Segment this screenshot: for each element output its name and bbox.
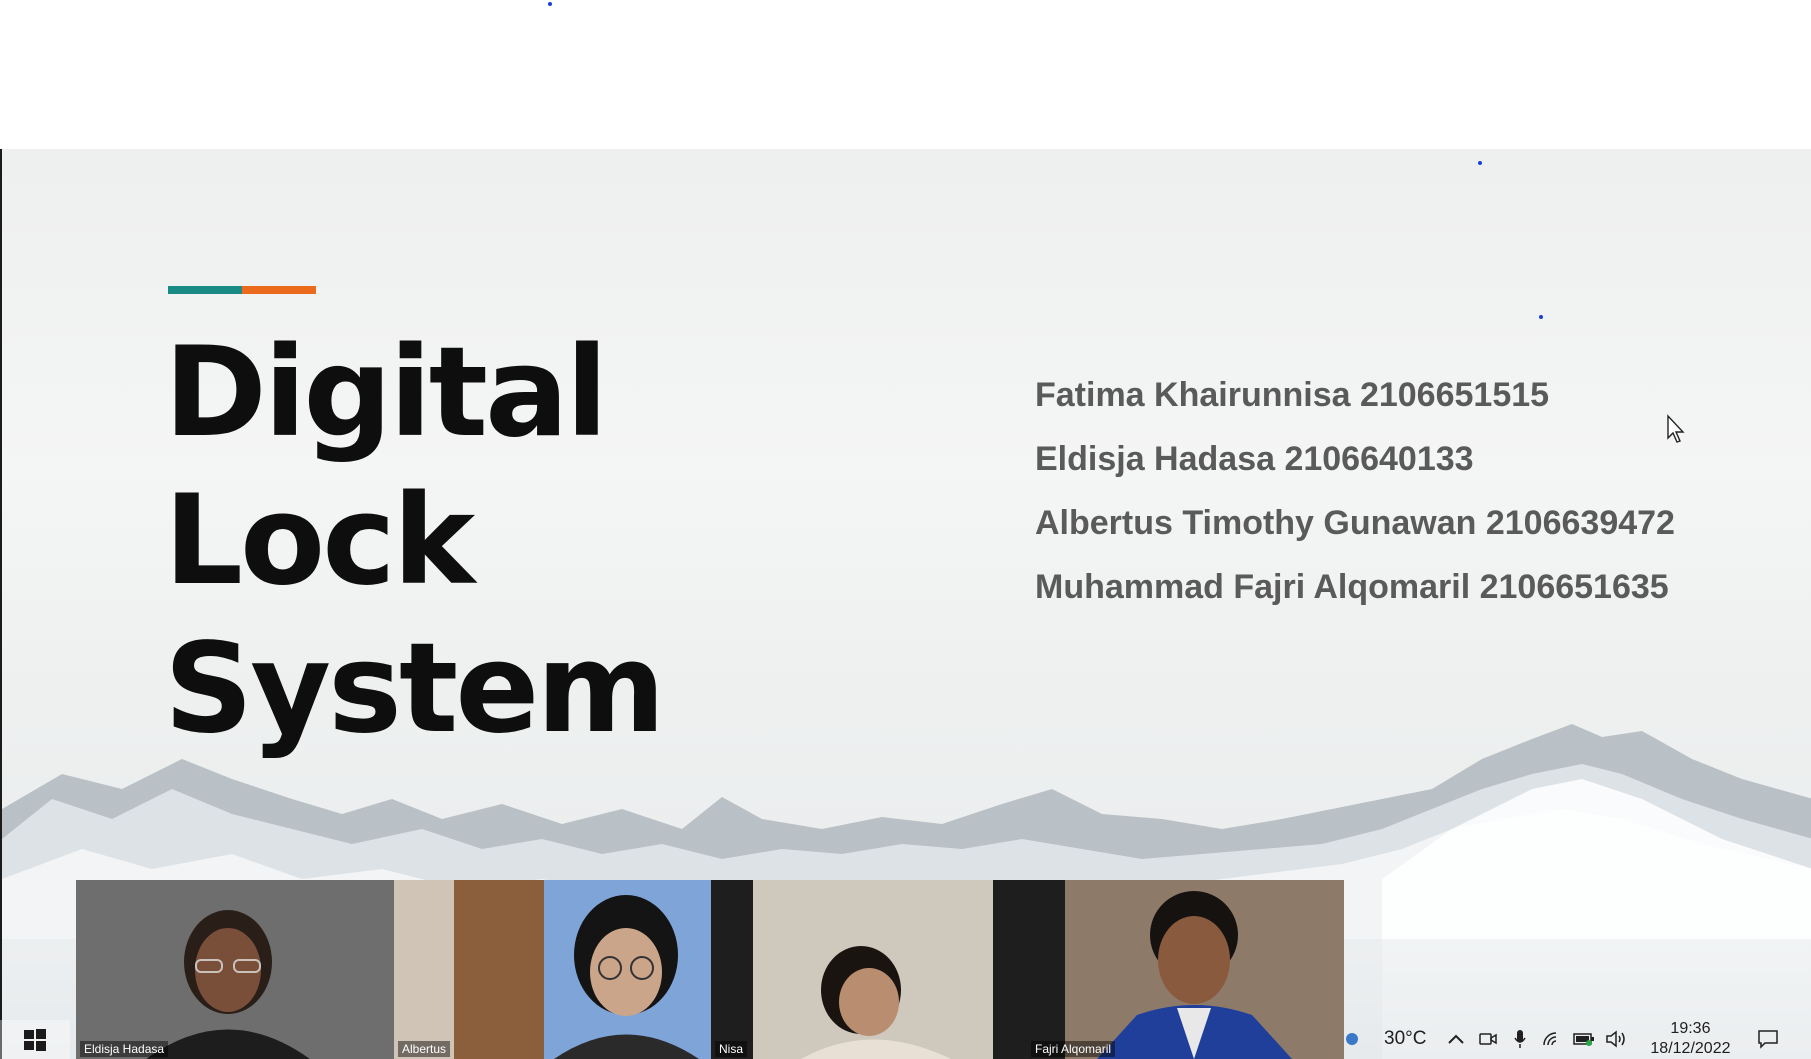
accent-bar-teal — [168, 286, 242, 294]
show-hidden-icons-button[interactable] — [1440, 1018, 1472, 1059]
participant-video-icon — [394, 880, 711, 1059]
slide-title: Digital Lock System — [164, 319, 924, 763]
notification-icon — [1758, 1029, 1779, 1049]
wifi-tray-button[interactable] — [1536, 1018, 1568, 1059]
weather-icon — [1346, 1032, 1358, 1045]
taskbar-clock[interactable]: 19:36 18/12/2022 — [1632, 1018, 1748, 1059]
wifi-icon — [1543, 1031, 1557, 1045]
top-blank-area — [0, 0, 1811, 149]
participant-video-icon — [1027, 880, 1344, 1059]
stray-dot — [548, 2, 552, 6]
participant-name: Albertus — [398, 1041, 451, 1057]
microphone-icon — [1514, 1029, 1527, 1048]
slide-title-line: System — [164, 617, 666, 761]
clock-date: 18/12/2022 — [1650, 1039, 1731, 1057]
clock-time: 19:36 — [1670, 1019, 1711, 1037]
start-button[interactable] — [0, 1020, 70, 1059]
participant-name: Nisa — [715, 1041, 748, 1057]
accent-bar-orange — [242, 286, 316, 294]
participant-name: Eldisja Hadasa — [80, 1041, 169, 1057]
member-entry: Muhammad Fajri Alqomaril 2106651635 — [1035, 568, 1669, 606]
member-entry: Albertus Timothy Gunawan 2106639472 — [1035, 504, 1675, 542]
participant-name: Fajri Alqomaril — [1031, 1041, 1116, 1057]
weather-widget[interactable]: 30°C — [1344, 1018, 1440, 1059]
member-list: Fatima Khairunnisa 2106651515 Eldisja Ha… — [1035, 363, 1795, 619]
action-center-button[interactable] — [1748, 1018, 1788, 1059]
windows-logo-icon — [24, 1028, 46, 1051]
mouse-pointer-icon — [1667, 414, 1685, 443]
stray-dot — [1539, 315, 1543, 319]
temperature: 30°C — [1384, 1027, 1427, 1049]
participant-video-icon — [711, 880, 1027, 1059]
stray-dot — [1478, 161, 1482, 165]
battery-tray-button[interactable] — [1568, 1018, 1600, 1059]
chevron-up-icon — [1448, 1034, 1465, 1044]
camera-tray-button[interactable] — [1472, 1018, 1504, 1059]
video-tile[interactable]: Fajri Alqomaril — [1027, 880, 1344, 1059]
video-tile[interactable]: Nisa — [711, 880, 1027, 1059]
volume-tray-button[interactable] — [1600, 1018, 1632, 1059]
battery-icon — [1573, 1032, 1595, 1046]
participant-video-icon — [76, 880, 394, 1059]
video-tile[interactable]: Albertus — [394, 880, 711, 1059]
camera-icon — [1479, 1032, 1498, 1045]
video-tile[interactable]: Eldisja Hadasa — [76, 880, 394, 1059]
system-tray: 30°C 19:36 18/12/2022 — [1344, 1018, 1811, 1059]
speaker-icon — [1606, 1029, 1626, 1048]
video-call-strip: Eldisja Hadasa Albertus Nisa Fajri Alqom… — [76, 880, 1344, 1059]
slide-title-line: Digital Lock — [164, 321, 608, 613]
microphone-tray-button[interactable] — [1504, 1018, 1536, 1059]
